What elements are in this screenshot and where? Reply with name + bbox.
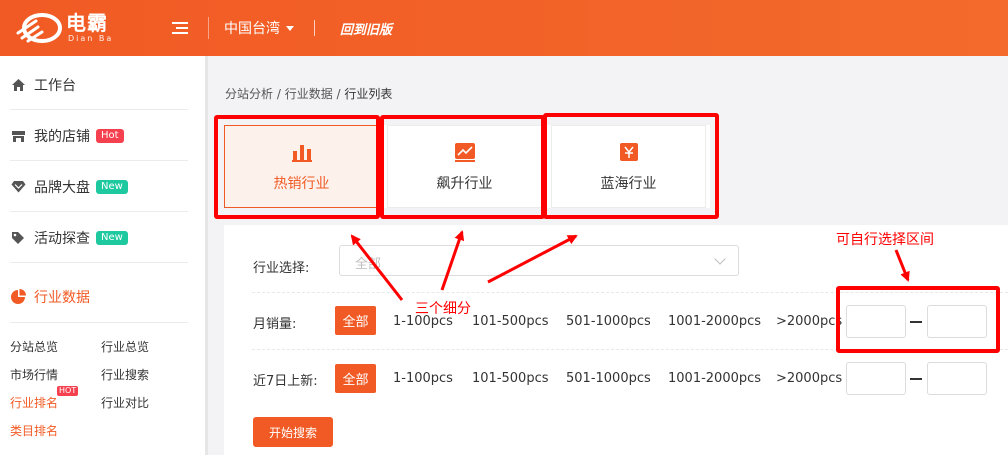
sidebar-item-label: 行业数据: [34, 289, 90, 306]
new-badge: New: [96, 230, 128, 245]
header-divider: [314, 20, 315, 36]
sidebar-item-label: 我的店铺: [34, 128, 90, 145]
caret-down-icon: [286, 25, 294, 31]
new-badge: New: [96, 179, 128, 194]
annotation-box-rising: [380, 115, 545, 219]
hot-badge: Hot: [96, 128, 124, 143]
logo-text: 电霸: [66, 11, 108, 35]
pie-chart-icon: [10, 288, 26, 305]
new7-label: 近7日上新:: [253, 374, 318, 389]
breadcrumb-current: 行业列表: [344, 87, 393, 101]
sidebar-item-workbench[interactable]: 工作台: [10, 60, 188, 110]
annotation-box-hot: [214, 115, 380, 219]
range-dash: [910, 378, 922, 380]
header-divider: [208, 17, 209, 39]
sidebar-item-label: 工作台: [34, 77, 76, 94]
annotation-three-segments: 三个细分: [415, 301, 471, 317]
new7-range-option[interactable]: 101-500pcs: [472, 371, 549, 386]
tag-icon: [10, 230, 26, 246]
annotation-custom-range: 可自行选择区间: [836, 232, 934, 248]
sidebar-item-activity[interactable]: 活动探查 New: [10, 213, 188, 263]
new7-range-option[interactable]: 1-100pcs: [393, 371, 453, 386]
sub-item-market[interactable]: 市场行情: [10, 366, 58, 383]
region-select[interactable]: 中国台湾: [224, 18, 294, 38]
monthly-sales-label: 月销量:: [253, 317, 297, 332]
breadcrumb-separator: /: [273, 87, 285, 101]
store-icon: [10, 128, 26, 144]
monthly-range-option[interactable]: 501-1000pcs: [566, 314, 651, 329]
sidebar-item-label: 品牌大盘: [34, 179, 90, 196]
old-version-link[interactable]: 回到旧版: [340, 19, 392, 38]
hot-mini-badge: HOT: [57, 386, 79, 396]
sub-item-category-rank[interactable]: 类目排名: [10, 422, 58, 439]
menu-toggle-icon[interactable]: [172, 21, 188, 35]
breadcrumb-separator: /: [332, 87, 345, 101]
logo-mark-icon: [16, 13, 62, 43]
sub-item-industry-search[interactable]: 行业搜索: [101, 366, 149, 383]
industry-select-label: 行业选择:: [253, 261, 310, 276]
sidebar-scrollbar[interactable]: [205, 56, 208, 455]
sub-item-site-overview[interactable]: 分站总览: [10, 338, 58, 355]
diamond-icon: [10, 179, 26, 195]
industry-select-placeholder: 全部: [355, 257, 382, 272]
breadcrumb-item[interactable]: 分站分析: [225, 87, 273, 101]
industry-select[interactable]: 全部: [339, 245, 739, 276]
sub-item-industry-overview[interactable]: 行业总览: [101, 338, 149, 355]
home-icon: [10, 77, 26, 93]
monthly-all-chip[interactable]: 全部: [335, 306, 376, 335]
monthly-range-option[interactable]: >2000pcs: [776, 314, 842, 329]
breadcrumb-item[interactable]: 行业数据: [285, 87, 333, 101]
new7-range-option[interactable]: >2000pcs: [776, 371, 842, 386]
sidebar-item-brand[interactable]: 品牌大盘 New: [10, 162, 188, 212]
sidebar-item-industry-data[interactable]: 行业数据: [10, 271, 188, 323]
start-search-button[interactable]: 开始搜索: [253, 417, 333, 447]
new7-min-input[interactable]: [846, 362, 906, 395]
monthly-range-option[interactable]: 1001-2000pcs: [668, 314, 761, 329]
breadcrumb: 分站分析 / 行业数据 / 行业列表: [225, 85, 392, 102]
sidebar-item-my-store[interactable]: 我的店铺 Hot: [10, 111, 188, 161]
top-header: 电霸 Dian Ba 中国台湾 回到旧版: [0, 0, 1008, 56]
new7-all-chip[interactable]: 全部: [335, 364, 376, 393]
sub-item-industry-rank[interactable]: 行业排名: [10, 394, 58, 411]
annotation-box-range: [836, 286, 1000, 353]
new7-max-input[interactable]: [927, 362, 987, 395]
logo-subtext: Dian Ba: [68, 34, 114, 43]
monthly-range-option[interactable]: 101-500pcs: [472, 314, 549, 329]
region-label: 中国台湾: [224, 21, 280, 37]
chevron-down-icon: [714, 253, 726, 265]
sidebar: 工作台 我的店铺 Hot 品牌大盘 New 活动探查 New 行业数据 分站总览…: [0, 56, 205, 455]
new7-range-option[interactable]: 1001-2000pcs: [668, 371, 761, 386]
sidebar-item-label: 活动探查: [34, 230, 90, 247]
sub-item-industry-compare[interactable]: 行业对比: [101, 394, 149, 411]
annotation-box-blue-ocean: [543, 113, 719, 219]
logo[interactable]: 电霸 Dian Ba: [0, 0, 135, 56]
new7-range-option[interactable]: 501-1000pcs: [566, 371, 651, 386]
